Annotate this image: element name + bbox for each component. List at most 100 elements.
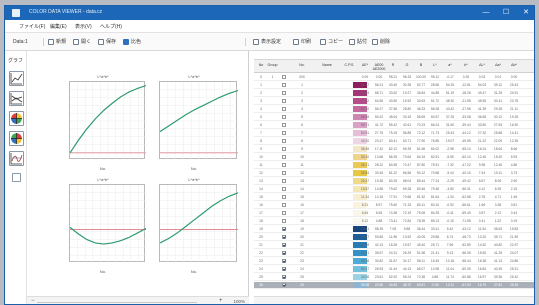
table-row[interactable]: 26 26 39.08 20.55 44.63 48.72 69.81 -0.96 12.21 -… xyxy=(254,282,534,289)
row-checkbox[interactable] xyxy=(282,131,286,135)
save-button[interactable]: 保存 xyxy=(98,37,116,47)
row-checkbox[interactable] xyxy=(282,155,286,159)
row-checkbox[interactable] xyxy=(282,267,286,271)
table-row[interactable]: 11 11 26.71 28.22 84.55 70.47 87.80 75.91 -7.32 -… xyxy=(254,162,534,169)
table-row[interactable]: 25 25 44.08 23.61 52.92 55.24 72.38 4.86 11.74 -6… xyxy=(254,274,534,281)
table-row[interactable]: 5 5 68.65 50.22 45.64 33.15 56.69 60.67 37.25 -33… xyxy=(254,114,534,121)
table-row[interactable]: 19 19 70.41 58.39 7.05 9.88 36.44 33.41 5.42 -43.… xyxy=(254,226,534,233)
column-header[interactable]: Δa* xyxy=(490,63,506,67)
row-checkbox[interactable] xyxy=(282,107,286,111)
menu-help[interactable]: ヘルプ(H) xyxy=(100,23,122,30)
maximize-icon[interactable]: ☐ xyxy=(498,6,514,20)
table-row[interactable]: 24 24 50.27 26.93 41.44 44.13 65.07 10.98 11.04 -… xyxy=(254,266,534,273)
table-row[interactable]: 22 22 62.21 35.67 24.31 26.29 51.58 21.41 9.13 -5… xyxy=(254,250,534,257)
table-row[interactable]: 9 9 36.45 17.42 82.12 69.39 81.56 80.02 -2.98 -55… xyxy=(254,146,534,153)
column-header[interactable]: ΔE00 ΔE2000 xyxy=(372,63,386,71)
column-header[interactable]: a* xyxy=(442,63,458,67)
table-row[interactable]: 3 3 77.52 64.55 43.50 15.92 30.63 51.72 48.30 -21… xyxy=(254,98,534,105)
row-checkbox[interactable] xyxy=(282,163,286,167)
zoom-in-button[interactable]: + xyxy=(219,298,223,304)
row-checkbox[interactable] xyxy=(282,83,286,87)
row-checkbox[interactable] xyxy=(282,179,286,183)
table-row[interactable]: 13 13 20.47 19.38 80.25 68.04 85.44 77.24 -2.29 -… xyxy=(254,178,534,185)
row-checkbox[interactable] xyxy=(282,211,286,215)
color-wheel-alt-icon[interactable] xyxy=(9,131,24,146)
color-wheel-icon[interactable] xyxy=(9,111,24,126)
table-row[interactable]: 20 20 74.47 53.65 11.98 13.92 40.05 29.88 6.74 -4… xyxy=(254,234,534,241)
menu-view[interactable]: 表示(V) xyxy=(75,23,92,30)
zoom-slider[interactable] xyxy=(37,302,197,303)
table-row[interactable]: 2 2 73.64 68.71 33.52 19.27 36.84 44.85 51.19 -18… xyxy=(254,90,534,97)
row-checkbox[interactable] xyxy=(282,235,286,239)
filter-icon[interactable] xyxy=(12,173,21,182)
table-row[interactable]: 4 4 82.10 56.27 37.56 28.80 46.33 56.28 43.42 -27… xyxy=(254,106,534,113)
spectrum-chart-icon[interactable] xyxy=(9,151,24,166)
column-header[interactable]: No. xyxy=(290,63,314,67)
table-row[interactable]: 21 21 67.89 42.13 18.26 19.57 45.40 25.71 7.96 -5… xyxy=(254,242,534,249)
table-row[interactable]: 6 6 59.71 41.72 55.42 42.61 70.23 66.24 31.60 -39… xyxy=(254,122,534,129)
row-checkbox[interactable] xyxy=(282,259,286,263)
table-row[interactable]: 0 1 000 0.00 0.00 95.21 96.33 100.00 95.12 -0.17 0… xyxy=(254,74,534,81)
column-header[interactable]: b* xyxy=(458,63,474,67)
table-row[interactable]: 8 8 43.20 23.47 80.41 63.71 77.90 76.85 19.07 -49… xyxy=(254,138,534,145)
row-checkbox[interactable] xyxy=(282,195,286,199)
column-header[interactable]: ΔL* xyxy=(474,63,490,67)
row-checkbox[interactable] xyxy=(282,227,286,231)
menu-edit[interactable]: 編集(E) xyxy=(50,23,67,30)
line-chart-icon[interactable] xyxy=(9,71,24,86)
menu-file[interactable]: ファイル(F) xyxy=(19,23,45,30)
column-header[interactable]: ΔE* xyxy=(358,63,372,67)
column-header[interactable]: G xyxy=(400,63,414,67)
column-header[interactable]: No xyxy=(256,63,266,67)
table-row[interactable]: 16 16 8.21 8.97 75.60 71.33 80.11 83.10 -0.92 -66… xyxy=(254,202,534,209)
table-row[interactable]: 12 12 32.84 33.45 81.22 66.56 90.12 70.68 -9.44 -… xyxy=(254,170,534,177)
row-checkbox[interactable] xyxy=(282,251,286,255)
row-checkbox[interactable] xyxy=(282,275,286,279)
copy-button[interactable]: コピー xyxy=(320,37,343,47)
table-scrollbar[interactable] xyxy=(254,296,534,304)
row-checkbox[interactable] xyxy=(282,203,286,207)
table-row[interactable]: 14 14 15.87 14.85 79.62 69.28 83.46 79.46 -3.80 -… xyxy=(254,186,534,193)
column-header[interactable]: Δb* xyxy=(506,63,522,67)
row-checkbox[interactable] xyxy=(282,171,286,175)
zoom-out-button[interactable]: − xyxy=(31,298,35,304)
row-checkbox[interactable] xyxy=(282,75,286,79)
row-checkbox[interactable] xyxy=(282,139,286,143)
column-header[interactable]: Name xyxy=(314,63,340,67)
paste-button[interactable]: 貼付 xyxy=(349,37,367,47)
display-settings-button[interactable]: 表示設定 xyxy=(253,37,281,47)
column-header[interactable]: C.P.S xyxy=(340,63,358,67)
open-button[interactable]: 開く xyxy=(73,37,91,47)
row-checkbox[interactable] xyxy=(282,115,286,119)
compare-button[interactable]: 比色 xyxy=(123,37,141,47)
table-cell: 72.38 xyxy=(416,275,426,279)
print-button[interactable]: 印刷 xyxy=(293,37,311,47)
row-checkbox[interactable] xyxy=(282,99,286,103)
table-row[interactable]: 23 23 56.38 30.82 31.87 34.17 58.11 16.49 10.18 -… xyxy=(254,258,534,265)
column-header[interactable]: L* xyxy=(428,63,442,67)
close-icon[interactable]: ✕ xyxy=(518,6,534,20)
table-row[interactable]: 7 7 50.91 27.75 75.15 56.85 72.12 71.73 25.43 -44… xyxy=(254,130,534,137)
column-header[interactable]: B xyxy=(414,63,428,67)
minimize-icon[interactable]: — xyxy=(478,6,494,20)
table-row[interactable]: 15 15 11.34 10.18 77.91 70.66 81.32 81.64 -1.34 -… xyxy=(254,194,534,201)
row-checkbox[interactable] xyxy=(282,243,286,247)
column-header[interactable]: R xyxy=(386,63,400,67)
multi-line-chart-icon[interactable] xyxy=(9,91,24,106)
row-checkbox[interactable] xyxy=(282,91,286,95)
row-checkbox[interactable] xyxy=(282,147,286,151)
data-selector[interactable]: Data:1 xyxy=(13,37,28,47)
table-row[interactable]: 10 10 30.10 13.66 86.35 73.64 84.34 82.51 -5.55 -… xyxy=(254,154,534,161)
row-checkbox[interactable] xyxy=(282,187,286,191)
table-row[interactable]: 18 18 5.12 4.88 73.41 72.84 78.35 85.13 -0.15 -71… xyxy=(254,218,534,225)
row-checkbox[interactable] xyxy=(282,219,286,223)
row-checkbox[interactable] xyxy=(282,283,286,287)
row-checkbox[interactable] xyxy=(282,123,286,127)
table-cell: 65.07 xyxy=(416,267,426,271)
table-cell: 9.13 xyxy=(446,251,454,255)
new-button[interactable]: 新規 xyxy=(48,37,66,47)
delete-button[interactable]: 削除 xyxy=(372,37,390,47)
column-header[interactable]: Group xyxy=(266,63,279,67)
table-row[interactable]: 17 17 6.64 6.55 74.38 72.19 79.08 84.25 -0.41 -69… xyxy=(254,210,534,217)
table-row[interactable]: 1 1 61.37 56.21 43.40 30.35 52.77 28.56 54.25 -12… xyxy=(254,82,534,89)
